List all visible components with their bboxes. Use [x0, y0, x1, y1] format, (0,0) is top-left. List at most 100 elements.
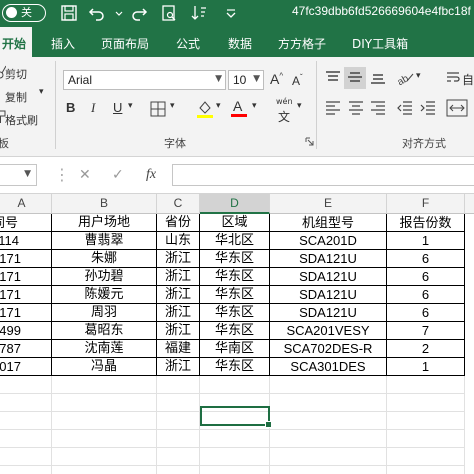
table-cell[interactable]: 葛昭东: [52, 322, 157, 340]
font-size-select[interactable]: 10 ▼: [228, 70, 264, 90]
table-cell[interactable]: 冯晶: [52, 358, 157, 376]
customize-toolbar-icon[interactable]: [222, 4, 240, 22]
table-cell[interactable]: 沈南莲: [52, 340, 157, 358]
table-cell[interactable]: 孙功碧: [52, 268, 157, 286]
bold-button[interactable]: B: [66, 100, 75, 115]
table-cell[interactable]: 1: [387, 232, 465, 250]
increase-indent-icon[interactable]: [420, 101, 436, 115]
save-icon[interactable]: [60, 4, 78, 22]
empty-cell[interactable]: [0, 448, 52, 466]
active-cell-d12[interactable]: [200, 406, 272, 428]
table-cell[interactable]: 浙江: [157, 304, 200, 322]
table-cell[interactable]: SCA702DES-R: [270, 340, 387, 358]
table-cell[interactable]: 0171: [0, 268, 52, 286]
font-color-icon[interactable]: A: [230, 97, 248, 119]
insert-function-button[interactable]: fx: [146, 167, 156, 183]
table-cell[interactable]: 0499: [0, 322, 52, 340]
table-cell[interactable]: 山东: [157, 232, 200, 250]
orientation-icon[interactable]: ab: [397, 69, 415, 85]
table-cell[interactable]: 0171: [0, 286, 52, 304]
phonetic-icon[interactable]: 文: [278, 108, 290, 125]
empty-cell[interactable]: [157, 430, 200, 448]
formula-input[interactable]: [172, 164, 474, 186]
table-cell[interactable]: SDA121U: [270, 286, 387, 304]
empty-cell[interactable]: [157, 466, 200, 474]
table-cell[interactable]: 浙江: [157, 250, 200, 268]
font-name-select[interactable]: Arial ▼: [63, 70, 226, 90]
decrease-indent-icon[interactable]: [397, 101, 413, 115]
empty-cell[interactable]: [52, 430, 157, 448]
table-cell[interactable]: SCA201VESY: [270, 322, 387, 340]
empty-cell[interactable]: [270, 430, 387, 448]
table-header-col-e[interactable]: 机组型号: [270, 214, 387, 232]
empty-cell[interactable]: [52, 376, 157, 394]
fill-handle[interactable]: [265, 421, 272, 428]
empty-cell[interactable]: [0, 412, 52, 430]
table-cell[interactable]: 1114: [0, 232, 52, 250]
confirm-icon[interactable]: ✓: [112, 167, 124, 183]
wrap-text-button[interactable]: 自: [462, 71, 474, 88]
table-cell[interactable]: 华东区: [200, 268, 270, 286]
sort-icon[interactable]: [190, 4, 208, 22]
column-header-d[interactable]: D: [200, 194, 270, 214]
empty-cell[interactable]: [52, 448, 157, 466]
table-cell[interactable]: 浙江: [157, 286, 200, 304]
empty-cell[interactable]: [270, 394, 387, 412]
empty-cell[interactable]: [387, 376, 465, 394]
column-header-a[interactable]: A: [0, 194, 52, 214]
empty-cell[interactable]: [0, 394, 52, 412]
underline-dropdown-icon[interactable]: ▾: [128, 101, 133, 111]
align-left-icon[interactable]: [325, 101, 341, 115]
table-header-col-f[interactable]: 报告份数: [387, 214, 465, 232]
name-box[interactable]: ▼: [0, 164, 37, 186]
empty-cell[interactable]: [157, 376, 200, 394]
autosave-toggle[interactable]: 关: [2, 4, 46, 22]
table-cell[interactable]: 福建: [157, 340, 200, 358]
decrease-font-size-button[interactable]: Aˇ: [292, 73, 303, 88]
empty-cell[interactable]: [52, 412, 157, 430]
undo-icon[interactable]: [88, 4, 106, 22]
underline-button[interactable]: U: [113, 100, 122, 115]
table-cell[interactable]: 7: [387, 322, 465, 340]
wrap-text-icon[interactable]: [446, 71, 460, 85]
copy-dropdown-icon[interactable]: ▾: [39, 87, 44, 97]
table-cell[interactable]: 浙江: [157, 358, 200, 376]
empty-cell[interactable]: [200, 466, 270, 474]
empty-cell[interactable]: [200, 376, 270, 394]
merge-center-icon[interactable]: [446, 99, 468, 117]
table-cell[interactable]: 华东区: [200, 322, 270, 340]
table-cell[interactable]: 华东区: [200, 358, 270, 376]
table-cell[interactable]: 华南区: [200, 340, 270, 358]
empty-cell[interactable]: [387, 430, 465, 448]
table-cell[interactable]: 1: [387, 358, 465, 376]
empty-cell[interactable]: [270, 466, 387, 474]
align-middle-button[interactable]: [344, 67, 366, 89]
tab-fangfang-grid[interactable]: 方方格子: [278, 35, 326, 52]
fill-color-dropdown-icon[interactable]: ▾: [216, 101, 221, 111]
table-cell[interactable]: 周羽: [52, 304, 157, 322]
tab-page-layout[interactable]: 页面布局: [101, 35, 149, 52]
table-cell[interactable]: 6: [387, 268, 465, 286]
align-top-icon[interactable]: [325, 71, 341, 85]
empty-cell[interactable]: [387, 466, 465, 474]
tab-formulas[interactable]: 公式: [176, 35, 200, 52]
italic-button[interactable]: I: [91, 100, 95, 116]
undo-dropdown-icon[interactable]: [110, 4, 123, 22]
format-painter-button[interactable]: 格式刷: [5, 112, 38, 128]
table-cell[interactable]: SCA201D: [270, 232, 387, 250]
align-center-icon[interactable]: [348, 101, 364, 115]
table-cell[interactable]: 浙江: [157, 322, 200, 340]
column-header-b[interactable]: B: [52, 194, 157, 214]
table-cell[interactable]: 6: [387, 286, 465, 304]
empty-cell[interactable]: [52, 466, 157, 474]
increase-font-size-button[interactable]: A^: [270, 71, 283, 87]
table-cell[interactable]: 0171: [0, 304, 52, 322]
fill-color-icon[interactable]: [196, 99, 214, 119]
empty-cell[interactable]: [157, 412, 200, 430]
align-right-icon[interactable]: [370, 101, 386, 115]
empty-cell[interactable]: [270, 412, 387, 430]
redo-icon[interactable]: [130, 4, 148, 22]
table-cell[interactable]: 华东区: [200, 286, 270, 304]
empty-cell[interactable]: [270, 448, 387, 466]
copy-button[interactable]: 复制: [5, 89, 27, 105]
